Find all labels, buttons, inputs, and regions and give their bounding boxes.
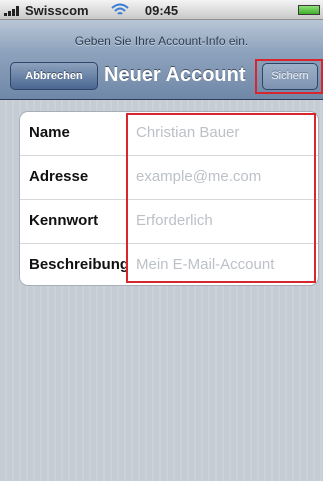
input-fields-highlight (126, 113, 316, 283)
address-label: Adresse (29, 168, 89, 185)
clock: 09:45 (144, 3, 179, 18)
save-button-highlight (255, 59, 323, 94)
cancel-button[interactable]: Abbrechen (10, 62, 98, 90)
name-label: Name (29, 124, 70, 141)
status-bar: Swisscom 09:45 (0, 0, 323, 20)
description-label: Beschreibung (29, 256, 130, 273)
password-label: Kennwort (29, 212, 99, 229)
account-prompt: Geben Sie Ihre Account-Info ein. (74, 34, 249, 48)
battery-icon (298, 5, 320, 15)
page-title: Neuer Account (104, 64, 246, 86)
